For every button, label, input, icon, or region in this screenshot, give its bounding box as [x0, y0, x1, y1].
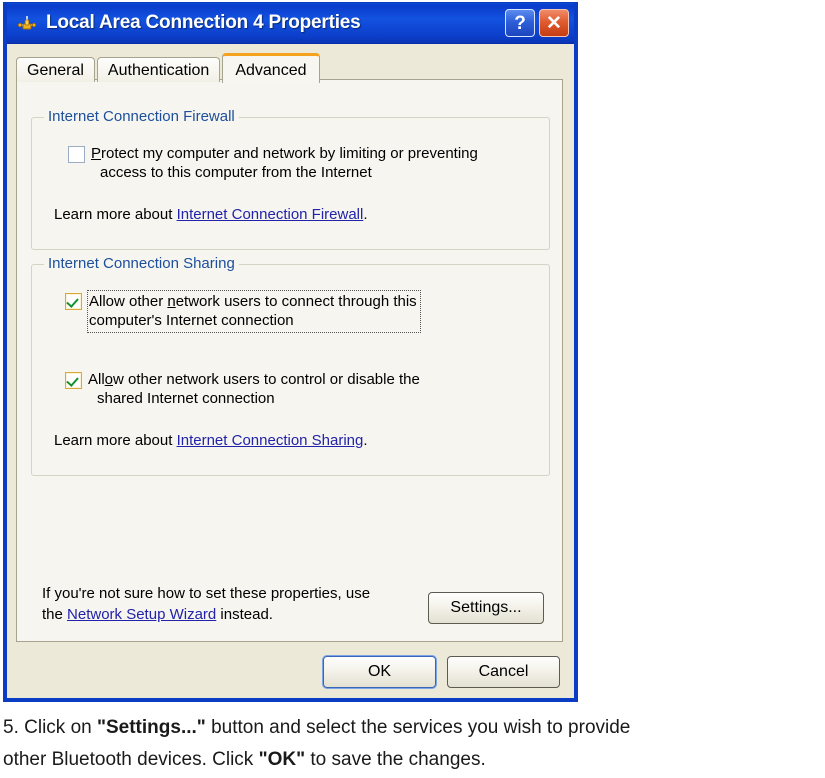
window-title: Local Area Connection 4 Properties	[46, 12, 361, 33]
allow-connect-checkbox-row[interactable]: Allow other network users to connect thr…	[65, 290, 485, 333]
network-setup-wizard-link[interactable]: Network Setup Wizard	[67, 606, 216, 623]
sharing-learn-more-suffix: .	[363, 432, 368, 449]
instruction-caption: 5. Click on "Settings..." button and sel…	[3, 712, 821, 776]
network-connection-icon	[16, 12, 38, 34]
tab-general[interactable]: General	[16, 57, 95, 82]
firewall-label-line1: rotect my computer and network by limiti…	[101, 145, 478, 162]
hint-line1: If you're not sure how to set these prop…	[42, 585, 371, 602]
allow-connect-accesskey: n	[167, 293, 176, 310]
allow-control-line1-before: All	[88, 371, 105, 388]
firewall-learn-more-suffix: .	[363, 206, 368, 223]
caption-text-2: button and select the services you wish …	[205, 717, 631, 738]
caption-bold-ok: "OK"	[258, 749, 306, 770]
allow-control-label: Allow other network users to control or …	[88, 370, 420, 408]
internet-connection-firewall-group: Internet Connection Firewall Protect my …	[31, 108, 550, 250]
firewall-learn-more-link[interactable]: Internet Connection Firewall	[177, 206, 364, 223]
settings-button[interactable]: Settings...	[428, 592, 544, 624]
caption-text-3: other Bluetooth devices. Click	[3, 749, 259, 770]
allow-control-line1-after: w other network users to control or disa…	[113, 371, 420, 388]
sharing-learn-more-prefix: Learn more about	[54, 432, 177, 449]
protect-computer-checkbox-row[interactable]: Protect my computer and network by limit…	[68, 144, 538, 182]
firewall-accesskey: P	[91, 145, 102, 162]
allow-connect-label: Allow other network users to connect thr…	[87, 290, 421, 333]
properties-dialog: Local Area Connection 4 Properties ? ✕ G…	[4, 3, 577, 701]
tab-strip: General Authentication Advanced	[16, 52, 574, 83]
network-setup-hint: If you're not sure how to set these prop…	[42, 583, 392, 625]
allow-control-checkbox[interactable]	[65, 372, 82, 389]
caption-buttons: ? ✕	[505, 9, 569, 37]
cancel-button[interactable]: Cancel	[447, 656, 560, 688]
caption-text-4: to save the changes.	[305, 749, 486, 770]
allow-control-line2: shared Internet connection	[97, 390, 275, 407]
hint-line2-prefix: the	[42, 606, 68, 623]
firewall-learn-more: Learn more about Internet Connection Fir…	[54, 206, 368, 223]
caption-text-1: Click on	[24, 717, 97, 738]
allow-connect-line2: computer's Internet connection	[89, 312, 294, 329]
close-icon[interactable]: ✕	[539, 9, 569, 37]
sharing-group-title: Internet Connection Sharing	[44, 255, 239, 272]
internet-connection-sharing-group: Internet Connection Sharing Allow other …	[31, 255, 550, 476]
protect-computer-checkbox[interactable]	[68, 146, 85, 163]
firewall-label-line2: access to this computer from the Interne…	[100, 164, 372, 181]
advanced-tab-panel: Internet Connection Firewall Protect my …	[16, 79, 563, 642]
allow-control-accesskey: o	[104, 371, 114, 388]
tab-authentication[interactable]: Authentication	[96, 57, 221, 82]
caption-step-number: 5.	[3, 717, 25, 738]
title-bar: Local Area Connection 4 Properties ? ✕	[7, 3, 574, 44]
sharing-learn-more-link[interactable]: Internet Connection Sharing	[177, 432, 364, 449]
help-button[interactable]: ?	[505, 9, 535, 37]
allow-connect-line1-before: Allow other	[89, 293, 168, 310]
firewall-group-title: Internet Connection Firewall	[44, 108, 239, 125]
allow-control-checkbox-row[interactable]: Allow other network users to control or …	[65, 370, 485, 408]
protect-computer-label: Protect my computer and network by limit…	[91, 144, 478, 182]
firewall-learn-more-prefix: Learn more about	[54, 206, 177, 223]
tab-advanced[interactable]: Advanced	[222, 53, 320, 83]
allow-connect-checkbox[interactable]	[65, 293, 82, 310]
sharing-learn-more: Learn more about Internet Connection Sha…	[54, 432, 368, 449]
hint-line2-suffix: instead.	[216, 606, 273, 623]
caption-bold-settings: "Settings..."	[96, 717, 206, 738]
ok-button[interactable]: OK	[323, 656, 436, 688]
allow-connect-line1-after: etwork users to connect through this	[175, 293, 417, 310]
